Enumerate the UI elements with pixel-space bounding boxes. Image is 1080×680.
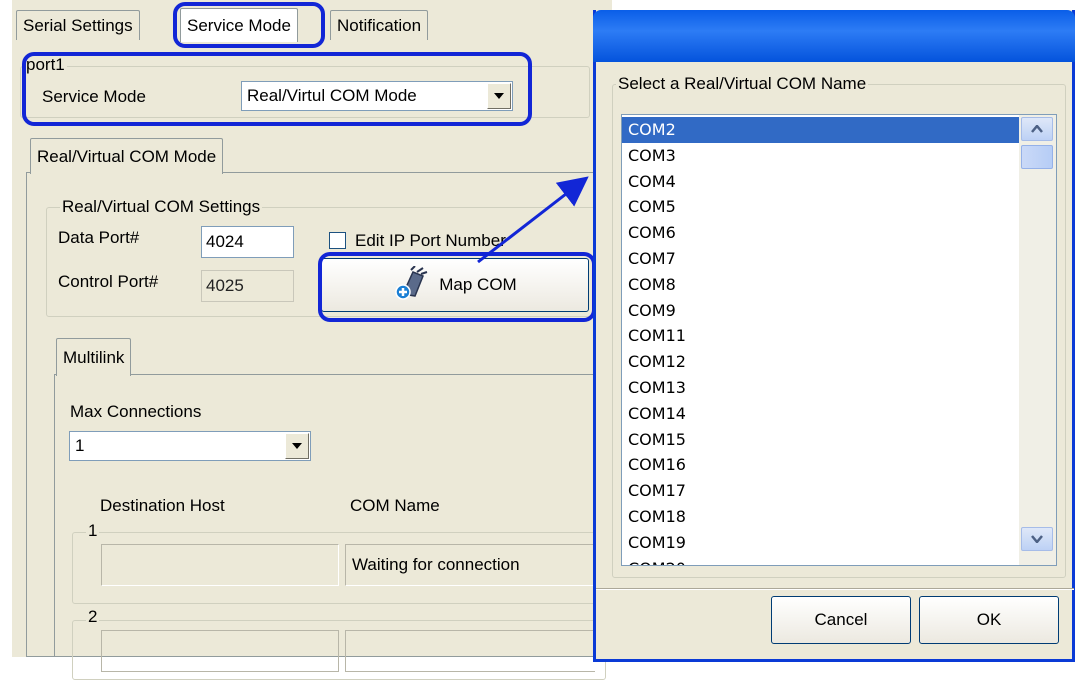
- list-item[interactable]: COM13: [622, 375, 1019, 401]
- com-settings-legend: Real/Virtual COM Settings: [60, 197, 263, 216]
- list-item[interactable]: COM20: [622, 556, 1019, 565]
- tab-notification[interactable]: Notification: [330, 10, 429, 40]
- list-item[interactable]: COM5: [622, 194, 1019, 220]
- service-mode-highlight: [22, 52, 532, 126]
- cancel-label: Cancel: [814, 610, 868, 629]
- cancel-button[interactable]: Cancel: [771, 596, 911, 644]
- data-port-value: 4024: [206, 232, 244, 251]
- data-port-input[interactable]: 4024: [201, 226, 294, 258]
- row-1-com-name: Waiting for connection: [345, 544, 595, 586]
- data-port-label: Data Port#: [58, 228, 140, 247]
- scroll-up-icon[interactable]: [1021, 117, 1053, 141]
- dialog-separator: [596, 588, 1074, 590]
- max-connections-label: Max Connections: [70, 402, 202, 421]
- dest-host-header: Destination Host: [100, 496, 225, 515]
- service-mode-tab-highlight: [173, 2, 325, 48]
- control-port-input: 4025: [201, 270, 294, 302]
- list-item[interactable]: COM4: [622, 169, 1019, 195]
- max-connections-select[interactable]: 1: [69, 431, 311, 461]
- list-item[interactable]: COM16: [622, 452, 1019, 478]
- row-1-com-name-text: Waiting for connection: [352, 555, 520, 574]
- list-item[interactable]: COM8: [622, 272, 1019, 298]
- dialog-titlebar[interactable]: [593, 10, 1075, 62]
- list-item[interactable]: COM19: [622, 530, 1019, 556]
- row-2-com-name: [345, 630, 595, 672]
- control-port-label: Control Port#: [58, 272, 159, 291]
- map-com-highlight: [318, 252, 596, 322]
- list-item[interactable]: COM6: [622, 220, 1019, 246]
- com-list[interactable]: COM2 COM3 COM4 COM5 COM6 COM7 COM8 COM9 COM11 COM…: [621, 114, 1057, 566]
- list-item[interactable]: COM2: [622, 117, 1019, 143]
- row-2-legend: 2: [86, 607, 100, 626]
- list-item[interactable]: COM3: [622, 143, 1019, 169]
- tab-serial-settings[interactable]: Serial Settings: [16, 10, 140, 40]
- control-port-value: 4025: [206, 276, 244, 295]
- list-item[interactable]: COM15: [622, 427, 1019, 453]
- max-connections-value: 1: [75, 436, 85, 455]
- chevron-down-icon[interactable]: [285, 433, 309, 459]
- list-item[interactable]: COM7: [622, 246, 1019, 272]
- com-name-header: COM Name: [350, 496, 440, 515]
- row-1-legend: 1: [86, 521, 100, 540]
- scroll-down-icon[interactable]: [1021, 527, 1053, 551]
- tab-real-virtual-com-mode[interactable]: Real/Virtual COM Mode: [30, 138, 224, 174]
- list-item[interactable]: COM14: [622, 401, 1019, 427]
- tab-multilink[interactable]: Multilink: [56, 338, 132, 376]
- list-scrollbar[interactable]: [1019, 115, 1056, 565]
- row-2-dest-host: [101, 630, 339, 672]
- ok-button[interactable]: OK: [919, 596, 1059, 644]
- edit-ip-label: Edit IP Port Number: [355, 231, 506, 250]
- list-item[interactable]: COM12: [622, 349, 1019, 375]
- row-1-dest-host: [101, 544, 339, 586]
- list-item[interactable]: COM9: [622, 298, 1019, 324]
- ok-label: OK: [976, 610, 1002, 629]
- list-item[interactable]: COM17: [622, 478, 1019, 504]
- scroll-thumb[interactable]: [1021, 145, 1053, 169]
- list-item[interactable]: COM11: [622, 323, 1019, 349]
- com-name-group-legend: Select a Real/Virtual COM Name: [616, 74, 869, 93]
- list-item[interactable]: COM18: [622, 504, 1019, 530]
- edit-ip-checkbox[interactable]: [329, 232, 346, 249]
